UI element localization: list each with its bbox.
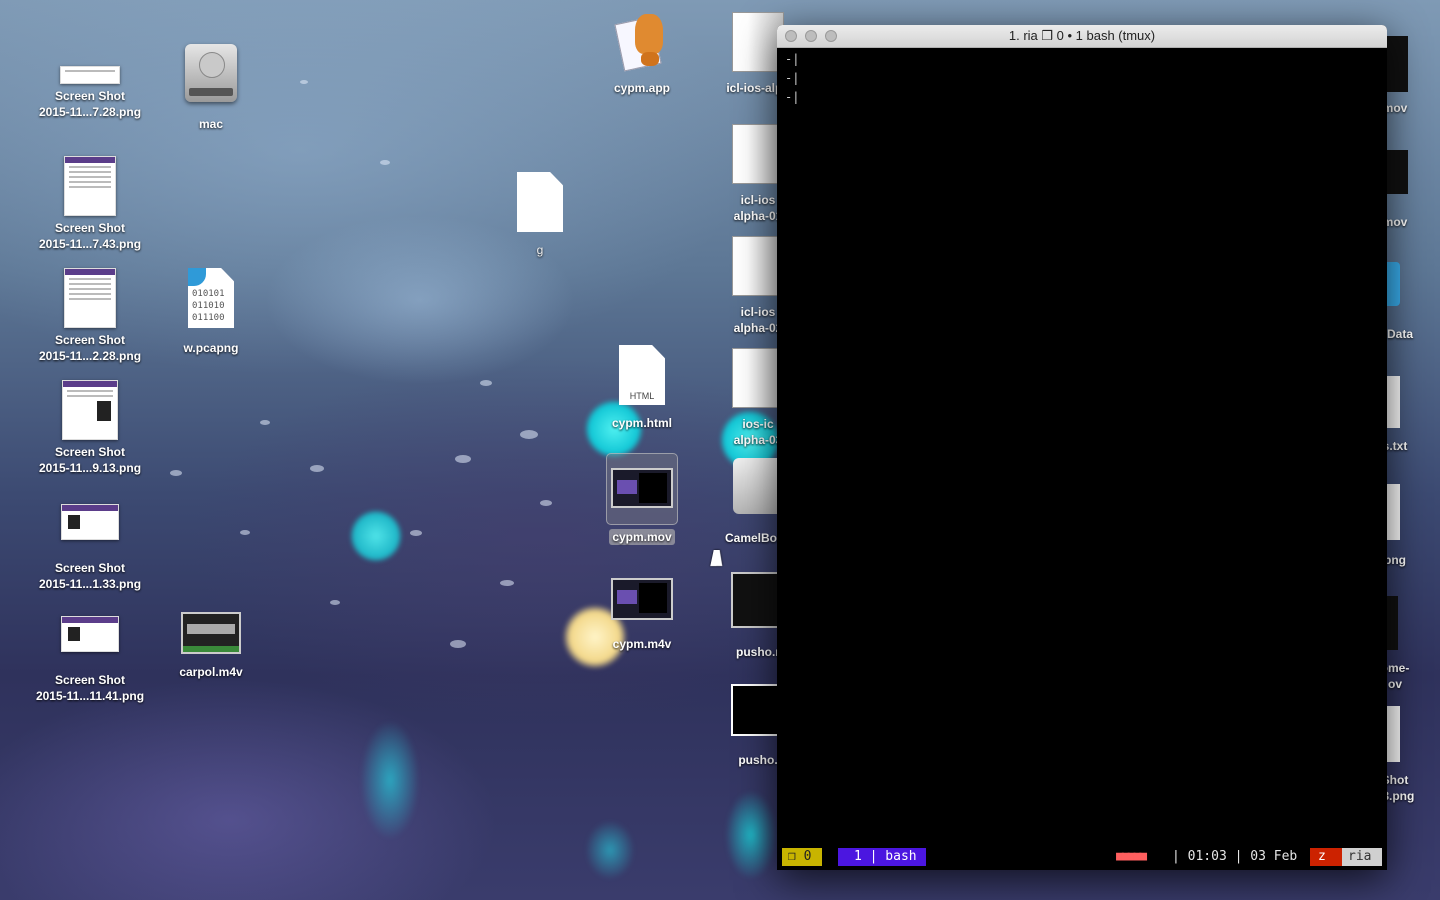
icon-label: cypm.mov [609, 529, 675, 545]
tmux-zoom-flag: z [1310, 848, 1342, 866]
rain-drop [455, 455, 471, 463]
icon-label: mac [198, 117, 224, 131]
prompt-line: -| [785, 52, 800, 66]
image-thumbnail [61, 504, 119, 540]
minimize-button[interactable] [805, 30, 817, 42]
desktop-icon-carpol[interactable]: carpol.m4v [146, 612, 276, 680]
zoom-button[interactable] [825, 30, 837, 42]
desktop-icon-cypm-app[interactable]: cypm.app [577, 12, 707, 96]
rain-drop [170, 470, 182, 476]
rain-drop [240, 530, 250, 535]
window-title: 1. ria ❒ 0 • 1 bash (tmux) [1008, 28, 1156, 43]
bokeh-light [725, 790, 777, 880]
rain-drop [380, 160, 390, 165]
tmux-activity-bar: ■■■■■ [1116, 849, 1147, 864]
video-thumbnail [611, 578, 673, 620]
close-button[interactable] [785, 30, 797, 42]
icon-label: w.pcapng [183, 341, 239, 355]
desktop-icon-cypm-mov[interactable]: cypm.mov [577, 453, 707, 546]
rain-drop [300, 80, 308, 84]
icon-label: carpol.m4v [179, 665, 243, 679]
rain-drop [330, 600, 340, 605]
tmux-session: ❒ 0 [782, 848, 822, 866]
rain-drop [310, 465, 324, 472]
desktop-icon-mac-drive[interactable]: mac [146, 44, 276, 132]
video-thumbnail [611, 468, 673, 508]
tmux-status-bar: ❒ 0 1 | bash ■■■■■ | 01:03 | 03 Feb z ri… [782, 848, 1382, 866]
video-thumbnail [181, 612, 241, 654]
window-titlebar[interactable]: 1. ria ❒ 0 • 1 bash (tmux) [777, 25, 1387, 48]
rain-drop [500, 580, 514, 586]
rain-drop [410, 530, 422, 536]
bokeh-light [360, 720, 420, 840]
desktop-icon-screenshot[interactable]: Screen Shot 2015-11...11.41.png [25, 616, 155, 704]
binary-file-icon: 010101 011010 011100 [188, 268, 234, 328]
bokeh-light [350, 510, 402, 562]
tmux-clock: | 01:03 | 03 Feb [1172, 849, 1298, 864]
binary-text: 011010 [192, 301, 225, 311]
icon-label: Screen Shot 2015-11...7.28.png [38, 89, 142, 119]
binary-text: 010101 [192, 289, 225, 299]
video-thumbnail [1386, 150, 1408, 194]
tmux-host: ria [1342, 848, 1382, 866]
icon-label: Screen Shot 2015-11...1.33.png [38, 561, 142, 591]
selection-highlight [606, 453, 678, 525]
blank-file-icon [517, 172, 563, 232]
app-icon [614, 12, 667, 72]
icon-label: Screen Shot 2015-11...9.13.png [38, 445, 142, 475]
desktop-icon-screenshot[interactable]: Screen Shot 2015-11...9.13.png [25, 380, 155, 476]
icon-label: cypm.app [613, 81, 670, 95]
video-thumbnail [1386, 36, 1408, 92]
image-thumbnail [60, 66, 120, 84]
image-thumbnail [61, 616, 119, 652]
terminal-content[interactable]: -| -| -| [777, 48, 1387, 870]
image-thumbnail [64, 156, 116, 216]
icon-label: cypm.m4v [612, 637, 672, 651]
image-thumbnail [62, 380, 118, 440]
bokeh-light [585, 820, 635, 880]
icon-label: cypm.html [611, 416, 672, 430]
desktop-icon-screenshot[interactable]: Screen Shot 2015-11...1.33.png [25, 504, 155, 592]
disk-image-icon [733, 458, 783, 514]
html-badge: HTML [629, 391, 655, 401]
hard-drive-icon [185, 44, 237, 102]
desktop-icon-screenshot[interactable]: Screen Shot 2015-11...7.28.png [25, 46, 155, 120]
prompt-line: -| [785, 90, 800, 104]
desktop-icon-g[interactable]: g [475, 172, 605, 258]
desktop-icon-cypm-html[interactable]: HTML cypm.html [577, 345, 707, 431]
prompt-line: -| [785, 71, 800, 85]
icon-label: Screen Shot 2015-11...7.43.png [38, 221, 142, 251]
tmux-window-tab[interactable]: 1 | bash [838, 848, 926, 866]
mouse-cursor-icon [710, 550, 726, 566]
icon-label: g [536, 243, 544, 257]
binary-text: 011100 [192, 313, 225, 323]
desktop-icon-screenshot[interactable]: Screen Shot 2015-11...2.28.png [25, 268, 155, 364]
desktop-icon-pcapng[interactable]: 010101 011010 011100 w.pcapng [146, 268, 276, 356]
rain-drop [450, 640, 466, 648]
rain-drop [260, 420, 270, 425]
terminal-window[interactable]: 1. ria ❒ 0 • 1 bash (tmux) -| -| -| ❒ 0 … [777, 25, 1387, 870]
rain-drop [520, 430, 538, 439]
icon-label: Screen Shot 2015-11...2.28.png [38, 333, 142, 363]
icon-label: Screen Shot 2015-11...11.41.png [35, 673, 145, 703]
html-file-icon: HTML [619, 345, 665, 405]
desktop-icon-screenshot[interactable]: Screen Shot 2015-11...7.43.png [25, 156, 155, 252]
desktop-icon-cypm-m4v[interactable]: cypm.m4v [577, 578, 707, 652]
image-thumbnail [64, 268, 116, 328]
rain-drop [540, 500, 552, 506]
rain-drop [480, 380, 492, 386]
